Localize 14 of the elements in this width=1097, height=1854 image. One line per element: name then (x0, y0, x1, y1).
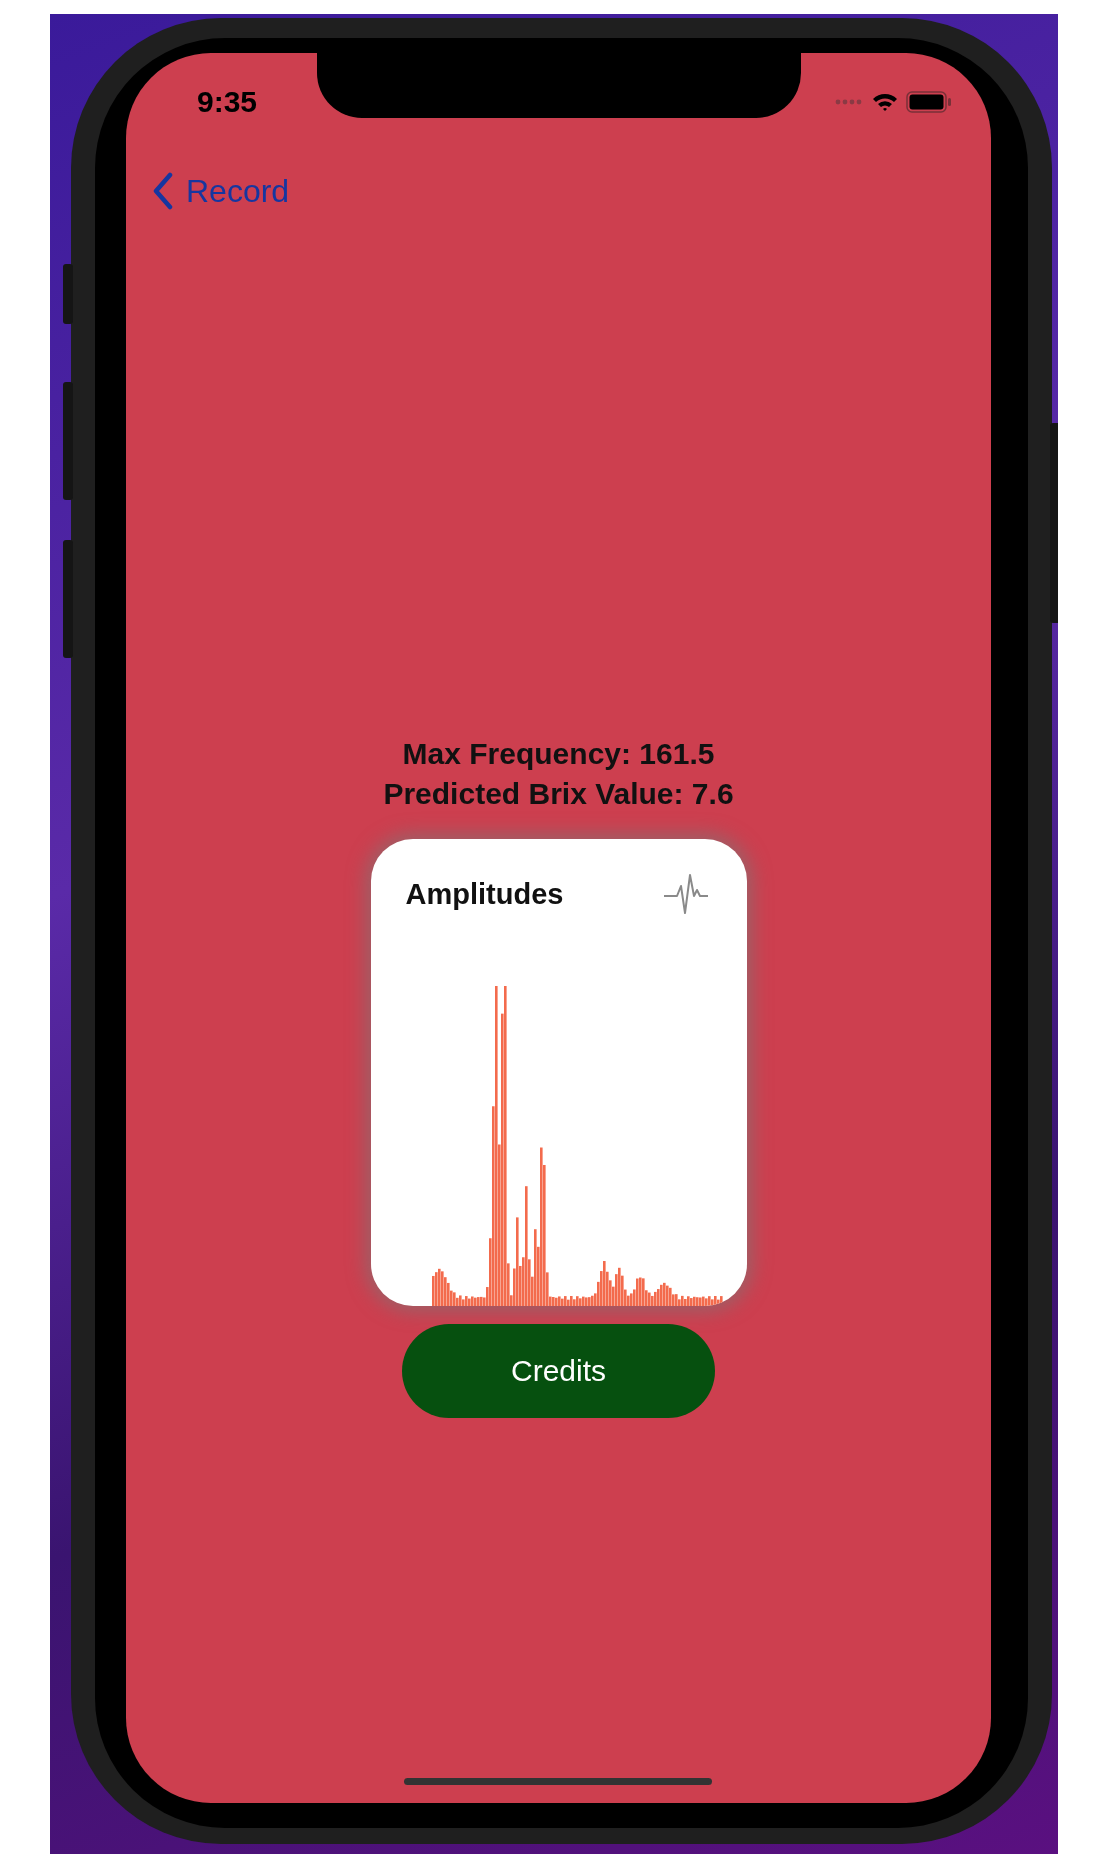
result-text: Predicted Brix Value: 7.6 (383, 776, 734, 812)
result-text: Max Frequency: 161.5 (401, 736, 716, 772)
credits-button[interactable]: Credits (402, 1324, 715, 1418)
side-button[interactable] (63, 264, 73, 324)
side-button[interactable] (63, 540, 73, 658)
signal-icon (834, 98, 864, 106)
battery-icon (906, 91, 952, 113)
chevron-left-icon (152, 172, 174, 210)
status-time: 9:35 (197, 85, 258, 119)
card-title: Amplitudes (405, 877, 564, 911)
wifi-icon (872, 92, 898, 112)
side-button[interactable] (63, 382, 73, 500)
pulse-icon (662, 873, 709, 915)
side-button[interactable] (1050, 423, 1058, 623)
